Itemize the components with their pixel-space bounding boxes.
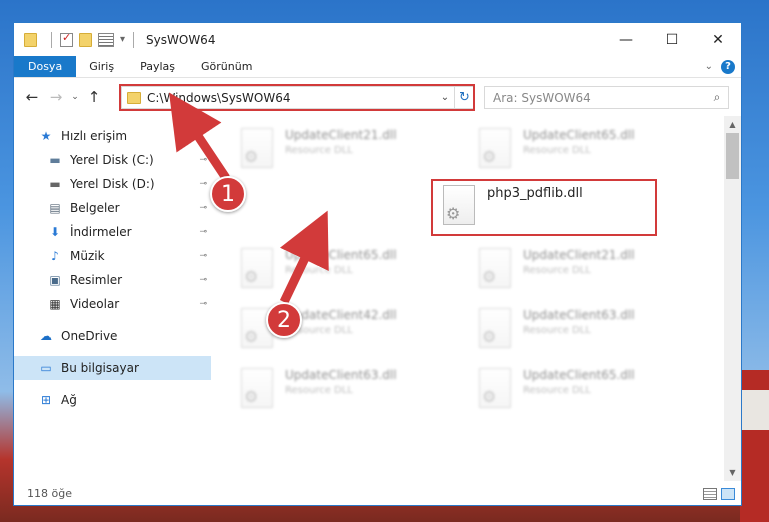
step-1-badge: 1 xyxy=(210,176,246,212)
annotation-arrows xyxy=(169,92,329,304)
arrow-to-address-bar xyxy=(169,92,230,181)
arrow-to-file xyxy=(279,210,329,304)
step-2-badge: 2 xyxy=(266,302,302,338)
